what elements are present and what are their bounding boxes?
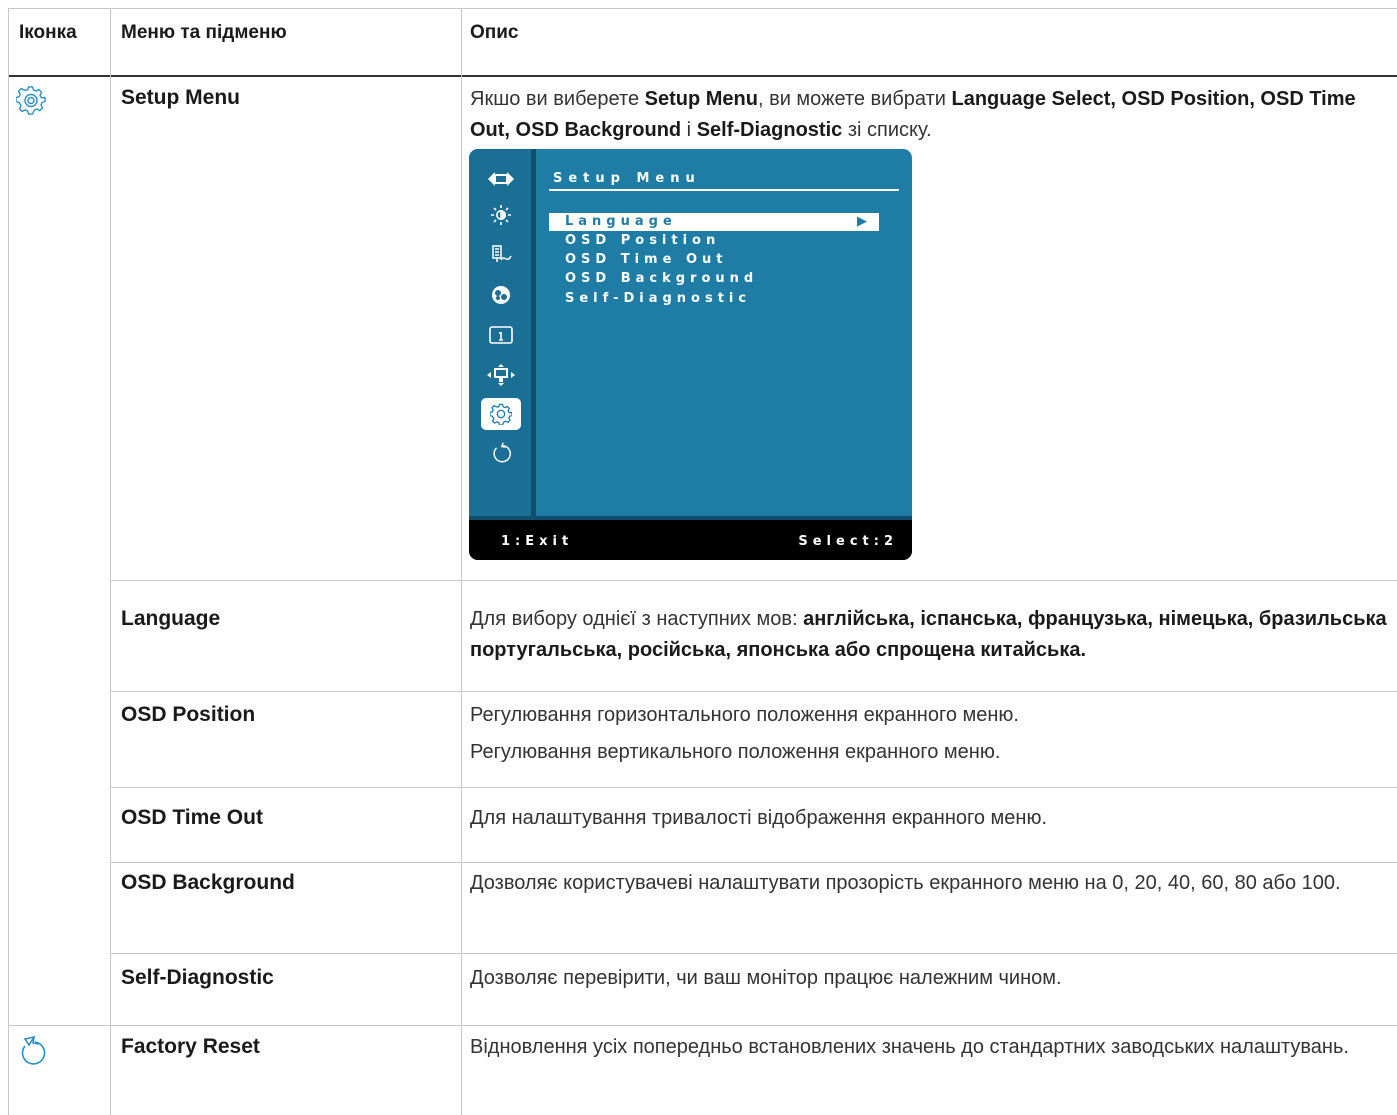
setup-menu-desc: Якшо ви виберете Setup Menu, ви можете в…: [470, 88, 1356, 141]
reset-icon: [481, 437, 521, 469]
osd-timeout-title: OSD Time Out: [121, 806, 263, 829]
osd-title: Setup Menu: [553, 171, 701, 186]
self-diagnostic-desc: Дозволяє перевірити, чи ваш монітор прац…: [470, 967, 1062, 989]
factory-reset-desc: Відновлення усіх попередньо встановлених…: [470, 1036, 1349, 1058]
setup-icon: [481, 398, 521, 430]
osd-item-timeout: OSD Time Out: [565, 252, 728, 267]
info-icon: [481, 319, 521, 351]
display-icon: [481, 359, 521, 391]
selected-arrow-icon: ▶: [857, 214, 867, 229]
osd-background-desc: Дозволяє користувачеві налаштувати прозо…: [470, 872, 1341, 894]
osd-footer-exit: 1:Exit: [501, 534, 574, 549]
color-icon: [481, 239, 521, 271]
osd-menu-screenshot: Setup Menu Language ▶ OSD Position OSD T…: [469, 149, 912, 560]
osd-position-desc-vertical: Регулювання вертикального положення екра…: [470, 741, 1001, 763]
language-title: Language: [121, 607, 221, 630]
gear-icon: [15, 86, 46, 116]
language-desc: Для вибору однієї з наступних мов: англі…: [470, 608, 1387, 661]
osd-item-language: Language ▶: [549, 213, 879, 231]
osd-position-desc-horizontal: Регулювання горизонтального положення ек…: [470, 704, 1019, 726]
audio-icon: [481, 279, 521, 311]
brightness-icon: [481, 199, 521, 231]
osd-item-background: OSD Background: [565, 271, 759, 286]
osd-timeout-desc: Для налаштування тривалості відображення…: [470, 807, 1048, 829]
input-icon: [481, 163, 521, 195]
osd-footer-select: Select:2: [798, 534, 898, 549]
setup-menu-title: Setup Menu: [121, 86, 240, 109]
header-menu-col: Меню та підменю: [121, 22, 287, 43]
self-diagnostic-title: Self-Diagnostic: [121, 966, 274, 989]
header-icon-col: Іконка: [19, 22, 77, 43]
factory-reset-title: Factory Reset: [121, 1035, 260, 1058]
header-desc-col: Опис: [470, 22, 519, 43]
osd-background-title: OSD Background: [121, 871, 295, 894]
osd-position-title: OSD Position: [121, 703, 256, 726]
osd-item-position: OSD Position: [565, 233, 721, 248]
osd-item-selfdiag: Self-Diagnostic: [565, 291, 752, 306]
factory-reset-icon: [16, 1035, 46, 1068]
